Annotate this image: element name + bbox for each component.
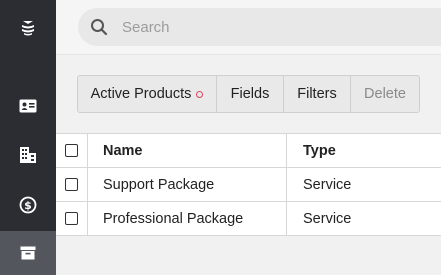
fields-button[interactable]: Fields	[216, 75, 284, 113]
search-icon	[91, 19, 108, 36]
filters-button[interactable]: Filters	[283, 75, 351, 113]
fields-label: Fields	[230, 86, 270, 102]
table-row[interactable]: Professional Package Service	[56, 202, 441, 236]
sidebar-item-contacts[interactable]	[0, 84, 56, 128]
product-name-cell: Professional Package	[88, 202, 287, 235]
contacts-card-icon	[19, 99, 37, 113]
product-type-cell: Service	[303, 176, 352, 193]
logo-icon	[22, 21, 34, 36]
sidebar-item-billing[interactable]: $	[0, 183, 56, 227]
delete-label: Delete	[364, 86, 406, 102]
select-all-checkbox[interactable]	[65, 144, 78, 157]
toolbar: Active Products Fields Filters Delete	[77, 75, 420, 113]
delete-button[interactable]: Delete	[350, 75, 420, 113]
active-products-button[interactable]: Active Products	[77, 75, 217, 113]
row-checkbox[interactable]	[65, 212, 78, 225]
row-checkbox[interactable]	[65, 178, 78, 191]
table-row[interactable]: Support Package Service	[56, 168, 441, 202]
svg-text:$: $	[24, 199, 32, 212]
main-content: Active Products Fields Filters Delete Na…	[56, 0, 441, 275]
products-table: Name Type Support Package Service Profes…	[56, 133, 441, 236]
dollar-circle-icon: $	[19, 196, 37, 214]
filters-label: Filters	[297, 86, 337, 102]
column-header-name[interactable]: Name	[88, 134, 287, 167]
buildings-icon	[20, 147, 36, 163]
row-select-cell	[56, 168, 88, 201]
archive-box-icon	[20, 246, 36, 260]
select-all-cell	[56, 134, 88, 167]
table-header-row: Name Type	[56, 134, 441, 168]
row-select-cell	[56, 202, 88, 235]
product-name-cell: Support Package	[88, 168, 287, 201]
sidebar-item-products[interactable]	[0, 231, 56, 275]
product-type-cell: Service	[303, 210, 352, 227]
header	[56, 0, 441, 55]
search-bar	[78, 8, 441, 46]
app-logo[interactable]	[0, 0, 56, 56]
active-products-label: Active Products	[90, 86, 192, 102]
sidebar: $	[0, 0, 56, 275]
filter-indicator-dot	[196, 90, 204, 98]
column-header-type[interactable]: Type	[287, 134, 441, 167]
sidebar-item-companies[interactable]	[0, 133, 56, 177]
search-input[interactable]	[122, 8, 441, 46]
